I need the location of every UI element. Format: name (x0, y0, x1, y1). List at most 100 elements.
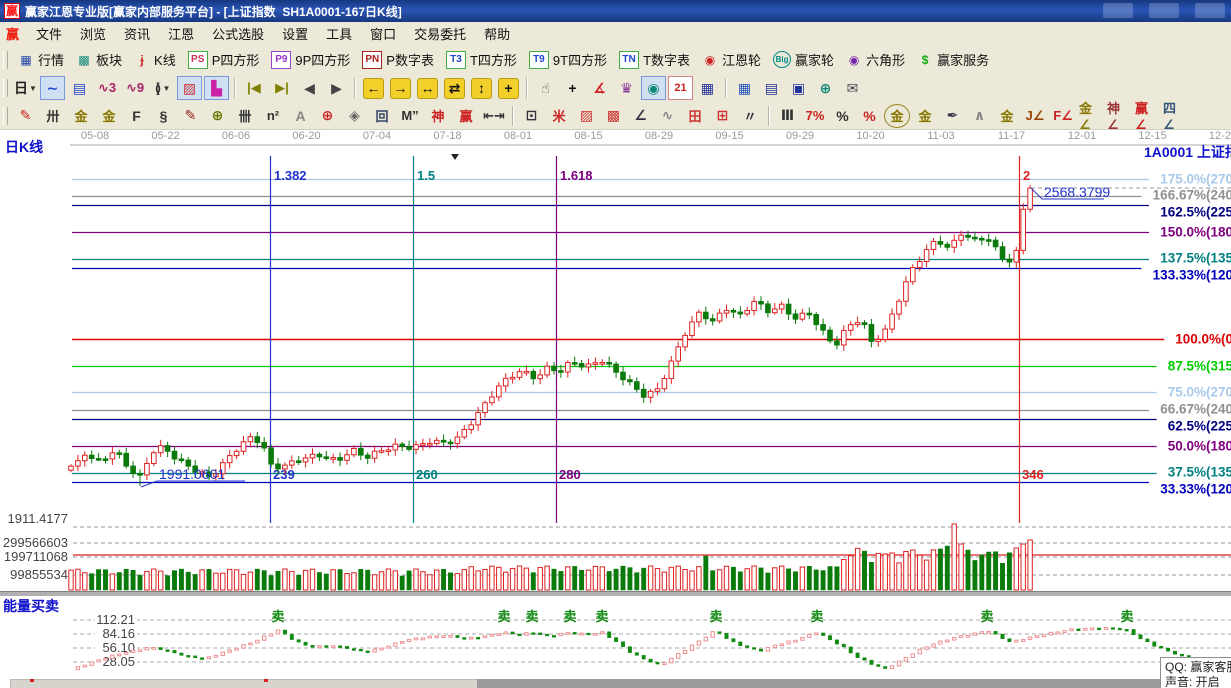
wave-w-icon[interactable]: ∿ (655, 104, 680, 128)
web-grid-icon[interactable]: 回 (369, 104, 395, 128)
ink-brush-icon[interactable]: ✒ (940, 104, 965, 128)
notepad-icon[interactable]: ▤ (759, 76, 784, 100)
gann-wheel-button[interactable]: ◉江恩轮 (696, 47, 767, 73)
menu-item-1[interactable]: 浏览 (71, 22, 115, 45)
skip-start-icon[interactable]: |◀ (241, 76, 267, 100)
toolbar-grip[interactable] (3, 79, 8, 97)
gold-angle-icon[interactable]: 金∠ (1078, 104, 1104, 128)
zoom-v-icon[interactable]: ↕ (471, 78, 492, 99)
angle-lines-icon[interactable]: ∠ (628, 104, 653, 128)
quotes-button[interactable]: ▦行情 (12, 47, 70, 73)
spiral-icon[interactable]: § (151, 104, 176, 128)
winner-wheel-button[interactable]: Big赢家轮 (767, 47, 840, 73)
zoom-all-icon[interactable]: + (498, 78, 519, 99)
gold-underline-icon[interactable]: 金 (994, 104, 1020, 128)
scrollbar-track-left[interactable] (10, 679, 479, 688)
calculator-2-icon[interactable]: ▦ (732, 76, 757, 100)
f-grid-icon[interactable]: F (124, 104, 149, 128)
9p-square-button[interactable]: P99P四方形 (265, 47, 356, 73)
t-square-button[interactable]: T3T四方形 (440, 47, 523, 73)
draw-brush-icon[interactable]: ✎ (13, 104, 38, 128)
print-icon[interactable]: ✉ (840, 76, 865, 100)
wave-9-icon[interactable]: ∿9 (122, 76, 148, 100)
fib-a-icon[interactable]: A (288, 104, 313, 128)
calculator-icon[interactable]: ▦ (695, 76, 720, 100)
menu-item-5[interactable]: 设置 (273, 22, 317, 45)
angle-measure-icon[interactable]: ∡ (587, 76, 612, 100)
target-red-icon[interactable]: ⊕ (315, 104, 340, 128)
circle-grid-icon[interactable]: ⊕ (205, 104, 230, 128)
pct-7-icon[interactable]: 7% (802, 104, 828, 128)
toolbar-grip[interactable] (3, 51, 8, 69)
skip-end-icon[interactable]: ▶| (269, 76, 295, 100)
shen-grid-icon[interactable]: 神 (425, 104, 451, 128)
box-red-icon[interactable]: ▨ (574, 104, 599, 128)
sectors-button[interactable]: ▩板块 (70, 47, 128, 73)
f-angle-icon[interactable]: F∠ (1050, 104, 1076, 128)
pct-levels-icon[interactable]: % (857, 104, 882, 128)
indicator-pane[interactable]: 能量买卖112.2184.1656.1028.05卖卖卖卖卖卖卖卖卖 (3, 598, 1231, 670)
compress-icon[interactable]: ⇄ (444, 78, 465, 99)
menu-item-7[interactable]: 窗口 (361, 22, 405, 45)
wave-gray-icon[interactable]: ∧ (967, 104, 992, 128)
n-square-icon[interactable]: n² (260, 104, 286, 128)
menu-item-8[interactable]: 交易委托 (405, 22, 475, 45)
t-table-button[interactable]: TNT数字表 (613, 47, 696, 73)
wave-pattern-icon[interactable]: ∼ (40, 76, 65, 100)
gold-grid-1-icon[interactable]: 金 (68, 104, 94, 128)
brush-2-icon[interactable]: ✎ (178, 104, 203, 128)
volume-pane[interactable]: 29956660319971106899855534 (3, 524, 1231, 590)
maximize-button[interactable] (1149, 3, 1179, 18)
stamp-tool-icon[interactable]: ♛ (614, 76, 639, 100)
grid-red-icon[interactable]: 田 (682, 104, 708, 128)
four-angle-icon[interactable]: 四∠ (1162, 104, 1188, 128)
save-icon[interactable]: ▣ (786, 76, 811, 100)
p-table-button[interactable]: PNP数字表 (356, 47, 440, 73)
m-mark-icon[interactable]: M” (397, 104, 423, 128)
menu-item-9[interactable]: 帮助 (475, 22, 519, 45)
close-button[interactable] (1195, 3, 1225, 18)
pan-right-icon[interactable]: → (390, 78, 411, 99)
star-grid-icon[interactable]: ◈ (342, 104, 367, 128)
winner-service-button[interactable]: $赢家服务 (911, 47, 995, 73)
menu-item-3[interactable]: 江恩 (159, 22, 203, 45)
step-forward-icon[interactable]: ▶ (324, 76, 349, 100)
box-connector-icon[interactable]: ⊡ (519, 104, 544, 128)
ruler-123-icon[interactable]: ⇤⇥ (481, 104, 507, 128)
crosshair-icon[interactable]: + (560, 76, 585, 100)
gold-levels-icon[interactable]: 金 (912, 104, 938, 128)
export-web-icon[interactable]: ⊕ (813, 76, 838, 100)
wave-3-icon[interactable]: ∿3 (94, 76, 120, 100)
info-doc-icon[interactable]: ▤ (67, 76, 92, 100)
color-histogram-icon[interactable]: ▙ (204, 76, 229, 100)
scrollbar-track-right[interactable] (477, 679, 1231, 688)
toolbar-grip[interactable] (3, 107, 8, 125)
hexagon-button[interactable]: ◉六角形 (840, 47, 911, 73)
step-back-icon[interactable]: ◀ (297, 76, 322, 100)
9t-square-button[interactable]: T99T四方形 (523, 47, 613, 73)
minimize-button[interactable] (1103, 3, 1133, 18)
candle-tool-icon[interactable]: ≬▼ (150, 76, 175, 100)
bottom-scrollbar[interactable] (0, 676, 1231, 688)
bars-tool-icon[interactable]: Ⅲ (775, 104, 800, 128)
kline-button[interactable]: ɉK线 (128, 47, 182, 73)
zoom-h-icon[interactable]: ↔ (417, 78, 438, 99)
smart-tool-icon[interactable]: ◉ (641, 76, 666, 100)
shen-angle-icon[interactable]: 神∠ (1106, 104, 1132, 128)
diag-lines-icon[interactable]: 〃 (737, 104, 763, 128)
red-pattern-icon[interactable]: ▨ (177, 76, 202, 100)
calendar-icon[interactable]: 21 (668, 76, 693, 100)
j-angle-icon[interactable]: J∠ (1022, 104, 1048, 128)
gold-grid-2-icon[interactable]: 金 (96, 104, 122, 128)
menu-item-0[interactable]: 文件 (27, 22, 71, 45)
gold-circle-icon[interactable]: 金 (884, 104, 910, 128)
box-red-2-icon[interactable]: ▩ (601, 104, 626, 128)
chart-type-day-icon[interactable]: 日▼ (13, 76, 38, 100)
menu-item-6[interactable]: 工具 (317, 22, 361, 45)
main-chart-pane[interactable]: 2568.37991991.0601 (69, 184, 1231, 487)
ying-angle-icon[interactable]: 赢∠ (1134, 104, 1160, 128)
menu-item-2[interactable]: 资讯 (115, 22, 159, 45)
ray-fan-icon[interactable]: 米 (546, 104, 572, 128)
grid-small-icon[interactable]: 卌 (232, 104, 258, 128)
grid-red-2-icon[interactable]: ⊞ (710, 104, 735, 128)
